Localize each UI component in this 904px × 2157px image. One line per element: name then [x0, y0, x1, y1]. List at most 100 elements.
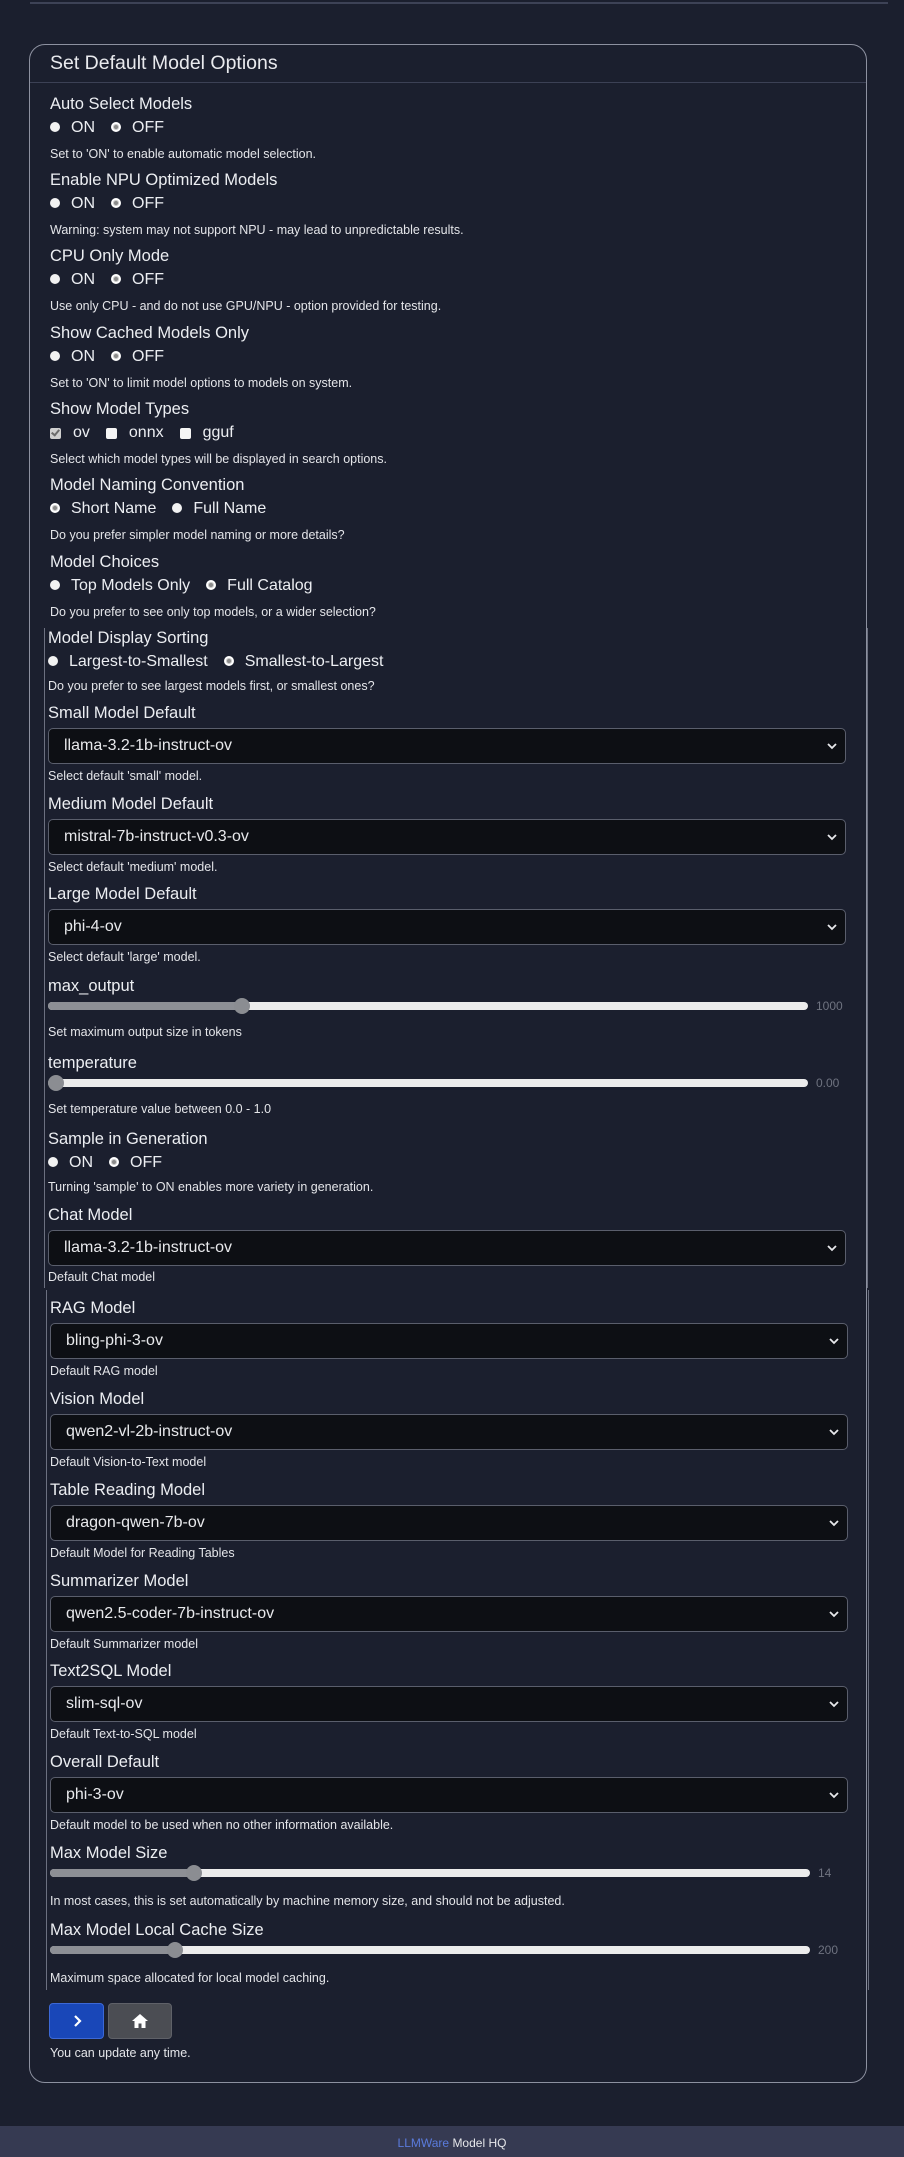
cached-only-on-option[interactable]: ON [50, 348, 95, 366]
sorting-largest-option[interactable]: Largest-to-Smallest [48, 653, 208, 671]
npu-off-label: OFF [132, 195, 164, 212]
sample-off-radio[interactable] [109, 1157, 119, 1167]
cpu-only-on-radio[interactable] [50, 274, 60, 284]
sorting-smallest-option[interactable]: Smallest-to-Largest [223, 653, 383, 671]
model-types-help: Select which model types will be display… [50, 452, 387, 466]
max-cache-slider[interactable] [50, 1942, 810, 1958]
auto-select-off-option[interactable]: OFF [111, 119, 164, 137]
home-button[interactable] [108, 2003, 172, 2039]
text2sql-model-value: slim-sql-ov [66, 1695, 143, 1712]
choices-full-label: Full Catalog [227, 577, 313, 594]
chevron-down-icon [829, 1338, 839, 1345]
naming-short-radio[interactable] [50, 503, 60, 513]
max-model-size-slider[interactable] [50, 1865, 810, 1881]
large-model-select[interactable]: phi-4-ov [48, 909, 846, 945]
model-type-onnx-option[interactable]: onnx [105, 424, 164, 442]
naming-full-radio[interactable] [172, 503, 183, 513]
rag-model-section: RAG Model bling-phi-3-ov Default RAG mod… [50, 1299, 880, 1378]
text2sql-model-select[interactable]: slim-sql-ov [50, 1686, 848, 1722]
cached-only-off-option[interactable]: OFF [111, 348, 164, 366]
npu-on-radio[interactable] [50, 198, 60, 208]
rag-model-select[interactable]: bling-phi-3-ov [50, 1323, 848, 1359]
cpu-only-label: CPU Only Mode [50, 247, 170, 265]
vision-model-help: Default Vision-to-Text model [50, 1455, 207, 1469]
choices-help: Do you prefer to see only top models, or… [50, 605, 376, 619]
overall-default-select[interactable]: phi-3-ov [50, 1777, 848, 1813]
choices-top-radio[interactable] [50, 580, 60, 590]
choices-label: Model Choices [50, 553, 160, 571]
auto-select-on-label: ON [71, 119, 95, 136]
table-model-select[interactable]: dragon-qwen-7b-ov [50, 1505, 848, 1541]
model-type-ov-checkbox[interactable] [50, 427, 61, 439]
sample-label: Sample in Generation [48, 1130, 208, 1148]
panel-title: Set Default Model Options [50, 52, 278, 74]
max-output-slider[interactable] [48, 998, 808, 1014]
naming-short-option[interactable]: Short Name [50, 500, 156, 518]
cpu-only-off-option[interactable]: OFF [111, 271, 164, 289]
temperature-slider[interactable] [48, 1075, 808, 1091]
sample-on-option[interactable]: ON [48, 1154, 93, 1172]
model-type-ov-option[interactable]: ov [50, 424, 90, 442]
sample-on-label: ON [69, 1154, 93, 1171]
cached-only-help: Set to 'ON' to limit model options to mo… [50, 376, 353, 390]
table-model-help: Default Model for Reading Tables [50, 1546, 235, 1560]
auto-select-on-option[interactable]: ON [50, 119, 95, 137]
cpu-only-section: CPU Only Mode ON OFF Use only CPU - and … [50, 247, 880, 321]
npu-off-option[interactable]: OFF [111, 195, 164, 213]
sorting-help: Do you prefer to see largest models firs… [48, 679, 375, 693]
naming-full-option[interactable]: Full Name [172, 500, 266, 518]
small-model-select[interactable]: llama-3.2-1b-instruct-ov [48, 728, 846, 764]
vision-model-section: Vision Model qwen2-vl-2b-instruct-ov Def… [50, 1390, 880, 1469]
auto-select-off-radio[interactable] [111, 122, 121, 132]
max-cache-help: Maximum space allocated for local model … [50, 1971, 330, 1985]
summarizer-model-label: Summarizer Model [50, 1572, 189, 1590]
max-cache-slider-thumb[interactable] [167, 1942, 184, 1958]
update-note: You can update any time. [50, 2046, 191, 2060]
max-output-slider-thumb[interactable] [233, 998, 250, 1014]
sorting-largest-radio[interactable] [48, 656, 58, 666]
summarizer-model-select[interactable]: qwen2.5-coder-7b-instruct-ov [50, 1596, 848, 1632]
cached-only-label: Show Cached Models Only [50, 324, 250, 342]
sorting-label: Model Display Sorting [48, 629, 209, 647]
footer-brand: LLMWare Model HQ [0, 2136, 904, 2150]
auto-select-on-radio[interactable] [50, 122, 60, 132]
sample-help: Turning 'sample' to ON enables more vari… [48, 1180, 374, 1194]
npu-off-radio[interactable] [111, 198, 121, 208]
small-model-label: Small Model Default [48, 704, 196, 722]
temperature-slider-thumb[interactable] [48, 1075, 64, 1091]
chevron-down-icon [829, 1701, 839, 1708]
max-cache-slider-fill [50, 1946, 176, 1954]
model-type-onnx-checkbox[interactable] [105, 427, 117, 439]
auto-select-off-label: OFF [132, 119, 164, 136]
npu-on-option[interactable]: ON [50, 195, 95, 213]
sample-off-option[interactable]: OFF [109, 1154, 162, 1172]
cached-only-off-radio[interactable] [111, 351, 121, 361]
medium-model-select[interactable]: mistral-7b-instruct-v0.3-ov [48, 819, 846, 855]
chat-model-label: Chat Model [48, 1206, 133, 1224]
choices-top-option[interactable]: Top Models Only [50, 577, 190, 595]
naming-label: Model Naming Convention [50, 476, 245, 494]
choices-full-radio[interactable] [206, 580, 217, 590]
max-model-size-slider-thumb[interactable] [186, 1865, 203, 1881]
cpu-only-off-radio[interactable] [111, 274, 121, 284]
sample-on-radio[interactable] [48, 1157, 58, 1167]
large-model-value: phi-4-ov [64, 918, 122, 935]
text2sql-model-section: Text2SQL Model slim-sql-ov Default Text-… [50, 1662, 880, 1741]
chat-model-select[interactable]: llama-3.2-1b-instruct-ov [48, 1230, 846, 1266]
npu-section: Enable NPU Optimized Models ON OFF Warni… [50, 171, 880, 245]
cached-only-on-radio[interactable] [50, 351, 60, 361]
vision-model-select[interactable]: qwen2-vl-2b-instruct-ov [50, 1414, 848, 1450]
chevron-down-icon [827, 1245, 837, 1252]
overall-default-section: Overall Default phi-3-ov Default model t… [50, 1753, 880, 1832]
model-type-gguf-checkbox[interactable] [179, 427, 191, 439]
cached-only-off-label: OFF [132, 348, 164, 365]
model-type-ov-label: ov [73, 424, 90, 441]
model-type-gguf-option[interactable]: gguf [179, 424, 234, 442]
sorting-smallest-radio[interactable] [223, 656, 234, 666]
max-output-help: Set maximum output size in tokens [48, 1025, 242, 1039]
auto-select-help: Set to 'ON' to enable automatic model se… [50, 147, 317, 161]
next-button[interactable] [49, 2003, 104, 2039]
chat-model-help: Default Chat model [48, 1270, 156, 1284]
choices-full-option[interactable]: Full Catalog [206, 577, 313, 595]
cpu-only-on-option[interactable]: ON [50, 271, 95, 289]
